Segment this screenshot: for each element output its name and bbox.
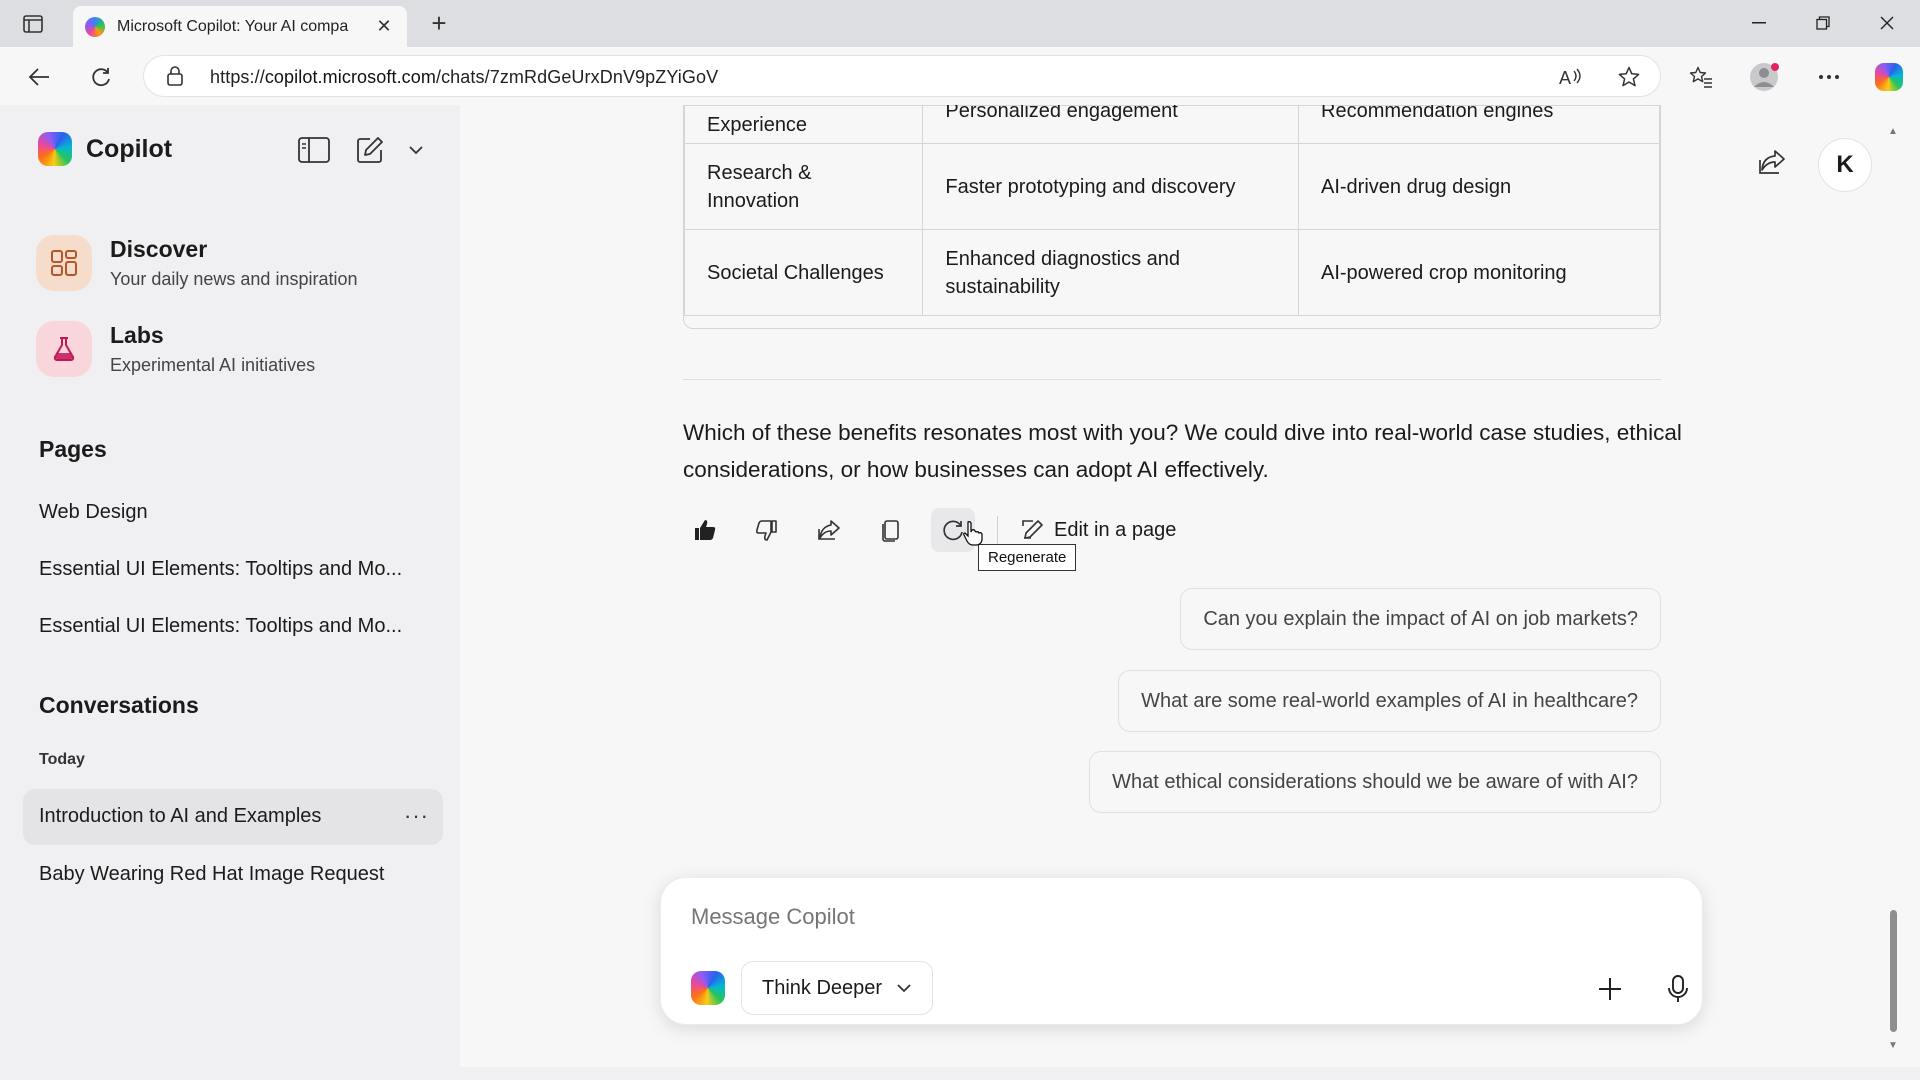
scroll-thumb[interactable] [1890,910,1897,1032]
url-prefix: https:// [210,67,265,87]
conversation-item[interactable]: Baby Wearing Red Hat Image Request [39,863,384,886]
table-cell-text: Personalized engagement [945,105,1178,122]
add-attachment-icon[interactable] [1590,969,1630,1009]
suggestion-chip[interactable]: What ethical considerations should we be… [1089,751,1661,813]
table-row: Experience Personalized engagement Recom… [684,105,1660,144]
table-cell-text: Recommendation engines [1321,105,1554,122]
scroll-up-arrow-icon[interactable]: ▲ [1888,127,1898,137]
read-aloud-icon[interactable]: A [1558,64,1584,90]
message-composer: Think Deeper [660,877,1703,1025]
labs-flask-icon [36,321,92,377]
back-button[interactable] [22,60,56,94]
new-chat-icon[interactable] [352,133,388,167]
browser-toolbar: https://copilot.microsoft.com/chats/7zmR… [0,47,1920,105]
url-path: /chats/7zmRdGeUrxDnV9pZYiGoV [435,67,719,87]
tab-actions-icon[interactable] [18,10,48,38]
nav-labs-subtitle: Experimental AI initiatives [110,355,316,375]
table-cell: Societal Challenges [684,229,924,316]
minimize-window-button[interactable] [1734,8,1784,38]
think-deeper-label: Think Deeper [762,976,883,999]
share-icon[interactable] [807,508,851,552]
brand-name: Copilot [86,134,173,163]
nav-labs[interactable]: Labs Experimental AI initiatives [36,317,436,381]
more-menu-icon[interactable] [1812,60,1846,94]
copilot-logo-icon [691,971,725,1005]
think-deeper-dropdown[interactable]: Think Deeper [741,961,934,1015]
chat-main: Experience Personalized engagement Recom… [460,105,1920,1067]
thumbs-up-icon[interactable] [683,508,727,552]
nav-discover[interactable]: Discover Your daily news and inspiration [36,231,436,295]
new-tab-button[interactable]: + [424,10,454,38]
table-cell: Faster prototyping and discovery [922,143,1299,230]
restore-window-button[interactable] [1798,8,1848,38]
mouse-pointer-icon [962,520,984,551]
table-row: Societal Challenges Enhanced diagnostics… [684,229,1660,316]
copilot-logo-icon [38,132,72,166]
copilot-brand[interactable]: Copilot [38,132,172,166]
discover-icon [36,235,92,291]
chevron-down-icon[interactable] [398,133,434,167]
table-cell: Enhanced diagnostics and sustainability [922,229,1299,316]
today-label: Today [39,751,85,768]
browser-tab[interactable]: Microsoft Copilot: Your AI compa ✕ [73,6,407,47]
user-avatar[interactable]: K [1818,138,1872,192]
svg-text:A: A [1559,68,1571,87]
lock-icon[interactable] [166,66,186,86]
copilot-favicon-icon [85,16,105,37]
suggestion-chip[interactable]: What are some real-world examples of AI … [1118,670,1661,732]
edit-in-page-button[interactable]: Edit in a page [1020,518,1176,542]
main-scrollbar[interactable]: ▲ ▼ [1884,105,1902,1067]
url-text[interactable]: https://copilot.microsoft.com/chats/7zmR… [210,67,718,88]
table-cell: Research & Innovation [684,143,924,230]
copilot-browser-icon[interactable] [1872,60,1906,94]
page-item[interactable]: Essential UI Elements: Tooltips and Mo..… [39,615,402,638]
table-cell: Personalized engagement [922,105,1299,144]
share-conversation-icon[interactable] [1750,140,1794,184]
close-window-button[interactable] [1862,8,1912,38]
conversation-item[interactable]: Introduction to AI and Examples [39,805,321,828]
table-cell: Recommendation engines [1298,105,1660,144]
reload-button[interactable] [84,60,118,94]
message-input[interactable] [691,904,1591,930]
favorite-star-icon[interactable] [1616,64,1642,90]
close-tab-icon[interactable]: ✕ [373,16,395,37]
copy-icon[interactable] [869,508,913,552]
chevron-down-icon [897,984,911,993]
profile-avatar-icon[interactable] [1748,60,1782,94]
window-bottom-edge [0,1067,1920,1080]
nav-labs-title: Labs [110,322,164,348]
message-divider [683,379,1661,380]
response-text: Which of these benefits resonates most w… [683,420,1682,482]
edit-page-icon [1022,520,1043,539]
conversation-more-icon[interactable]: ··· [404,803,429,829]
page-item[interactable]: Essential UI Elements: Tooltips and Mo..… [39,558,402,581]
tab-title: Microsoft Copilot: Your AI compa [117,17,349,35]
microphone-icon[interactable] [1658,969,1698,1009]
table-cell: AI-driven drug design [1298,143,1660,230]
regenerate-tooltip: Regenerate [978,544,1077,571]
page-item[interactable]: Web Design [39,501,148,524]
table-cell: AI-powered crop monitoring [1298,229,1660,316]
thumbs-down-icon[interactable] [745,508,789,552]
nav-discover-title: Discover [110,236,208,262]
message-actions: Edit in a page [683,508,1176,552]
table-cell-text: Experience [707,113,808,136]
conversations-heading: Conversations [39,692,199,718]
toggle-sidebar-icon[interactable] [296,133,332,167]
url-host: copilot.microsoft.com [264,67,436,87]
table-cell: Experience [684,105,924,144]
pages-heading: Pages [39,436,107,462]
action-separator [997,516,998,544]
address-bar[interactable]: https://copilot.microsoft.com/chats/7zmR… [143,55,1661,97]
sidebar: Copilot Discover Your daily news and ins… [0,105,460,1067]
scroll-down-arrow-icon[interactable]: ▼ [1888,1041,1898,1051]
suggestion-chip[interactable]: Can you explain the impact of AI on job … [1180,588,1661,650]
favorites-icon[interactable] [1684,60,1718,94]
table-row: Research & Innovation Faster prototyping… [684,143,1660,230]
nav-discover-subtitle: Your daily news and inspiration [110,269,358,289]
benefits-table: Experience Personalized engagement Recom… [683,105,1661,329]
edit-in-page-label: Edit in a page [1054,518,1177,541]
browser-tab-bar: Microsoft Copilot: Your AI compa ✕ + [0,0,1920,47]
